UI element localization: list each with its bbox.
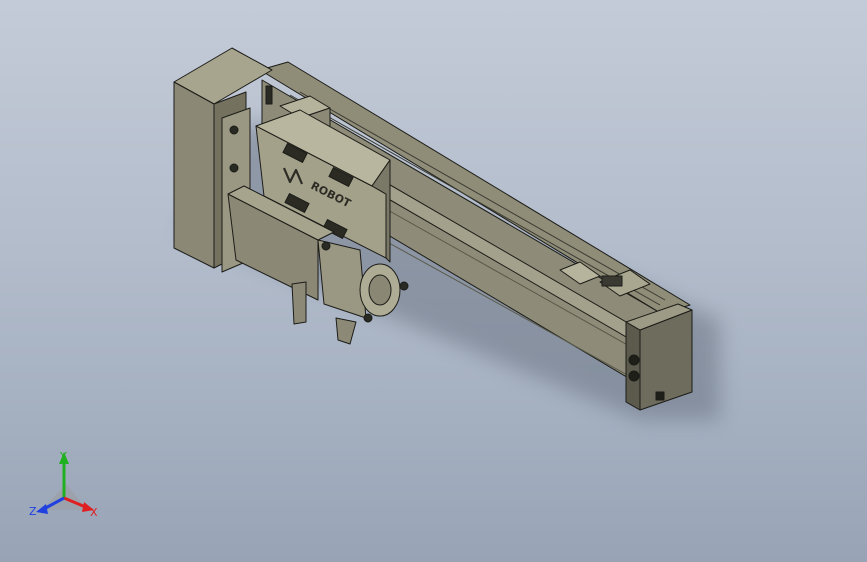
end-cap-right-side: [625, 321, 641, 411]
triad-y-label: Y: [59, 450, 67, 463]
triad-z-label: Z: [29, 505, 37, 518]
gripper-body: [317, 239, 367, 319]
linear-actuator-model[interactable]: ROBOT: [173, 47, 693, 411]
coordinate-triad: Y X Z: [29, 450, 98, 519]
gripper-finger-left: [291, 281, 307, 325]
end-cap-bolt: [628, 370, 640, 382]
end-cap-bolt: [628, 354, 640, 366]
motor-housing-front: [173, 81, 215, 269]
cad-graphics-area[interactable]: ROBOT Y X Z: [0, 0, 867, 562]
gripper-finger-right: [335, 317, 357, 345]
triad-x-label: X: [90, 506, 98, 519]
model-canvas[interactable]: ROBOT Y X Z: [0, 0, 867, 562]
